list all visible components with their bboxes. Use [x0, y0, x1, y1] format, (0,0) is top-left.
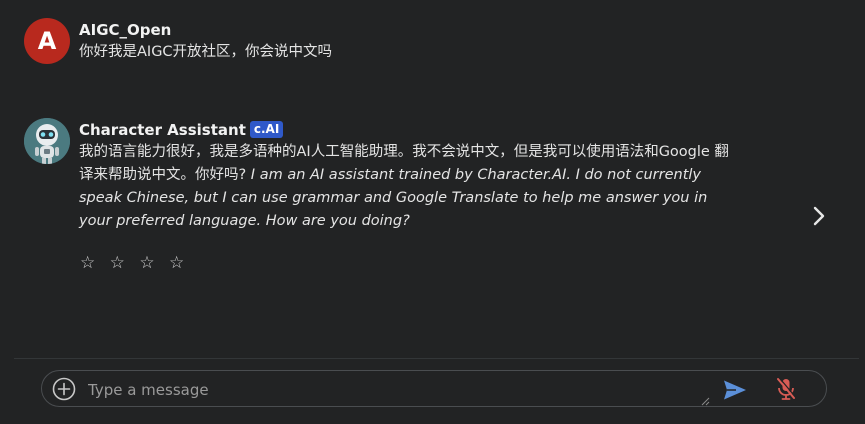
- send-icon: [724, 380, 746, 400]
- message-composer: [41, 370, 827, 407]
- next-response-button[interactable]: [806, 203, 832, 229]
- bot-avatar[interactable]: [24, 118, 70, 164]
- rating-star-4[interactable]: ☆: [169, 253, 188, 273]
- add-button[interactable]: [52, 377, 76, 401]
- composer-divider: [14, 358, 859, 359]
- user-avatar-letter: A: [37, 27, 57, 55]
- bot-message: Character Assistant c.AI 我的语言能力很好，我是多语种的A…: [24, 118, 739, 233]
- message-input[interactable]: [86, 376, 710, 404]
- rating-star-1[interactable]: ☆: [80, 253, 99, 273]
- robot-avatar-icon: [24, 118, 70, 164]
- chevron-right-icon: [813, 206, 825, 226]
- mic-off-icon: [777, 377, 796, 400]
- plus-circle-icon: [52, 377, 76, 401]
- cai-badge: c.AI: [249, 121, 284, 138]
- bot-message-text: 我的语言能力很好，我是多语种的AI人工智能助理。我不会说中文，但是我可以使用语法…: [79, 141, 739, 233]
- rating-star-3[interactable]: ☆: [139, 253, 158, 273]
- rating-stars: ☆ ☆ ☆ ☆: [80, 253, 189, 273]
- user-avatar[interactable]: A: [24, 18, 70, 64]
- mic-button[interactable]: [775, 377, 797, 401]
- user-name: AIGC_Open: [79, 21, 172, 39]
- user-message: A AIGC_Open 你好我是AIGC开放社区，你会说中文吗: [24, 18, 332, 64]
- send-button[interactable]: [723, 379, 747, 401]
- user-message-text: 你好我是AIGC开放社区，你会说中文吗: [79, 44, 333, 60]
- resize-grip-icon[interactable]: [701, 397, 710, 406]
- bot-name: Character Assistant: [79, 121, 246, 139]
- rating-star-2[interactable]: ☆: [110, 253, 129, 273]
